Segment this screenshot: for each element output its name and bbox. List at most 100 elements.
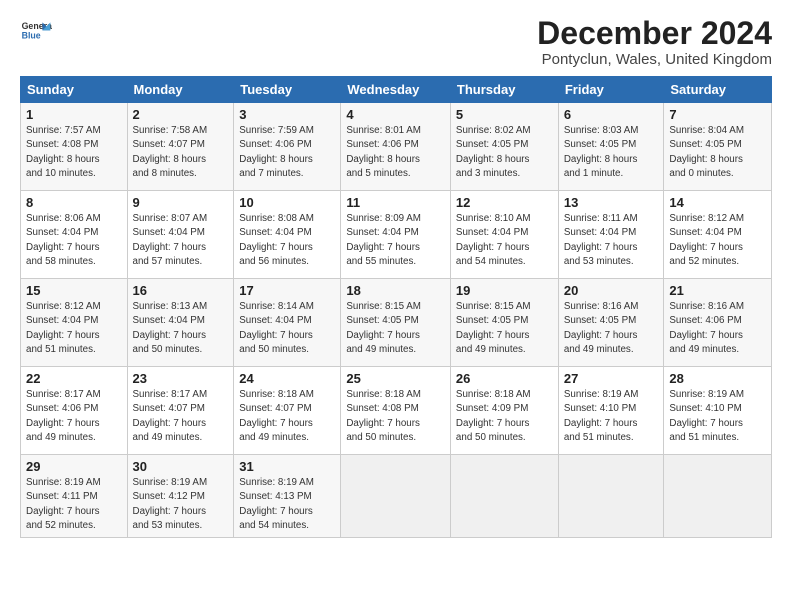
calendar-cell: 23 Sunrise: 8:17 AM Sunset: 4:07 PM Dayli… — [127, 367, 234, 455]
day-number: 5 — [456, 107, 553, 122]
calendar-cell: 19 Sunrise: 8:15 AM Sunset: 4:05 PM Dayli… — [450, 279, 558, 367]
calendar-cell: 9 Sunrise: 8:07 AM Sunset: 4:04 PM Daylig… — [127, 191, 234, 279]
day-number: 21 — [669, 283, 766, 298]
day-info: Sunrise: 8:17 AM Sunset: 4:07 PM Dayligh… — [133, 388, 229, 445]
day-number: 18 — [346, 283, 445, 298]
calendar-cell: 11 Sunrise: 8:09 AM Sunset: 4:04 PM Dayli… — [341, 191, 451, 279]
calendar-header-saturday: Saturday — [664, 77, 772, 103]
day-info: Sunrise: 8:02 AM Sunset: 4:05 PM Dayligh… — [456, 124, 553, 181]
day-number: 26 — [456, 371, 553, 386]
day-info: Sunrise: 8:09 AM Sunset: 4:04 PM Dayligh… — [346, 212, 445, 269]
calendar-cell: 26 Sunrise: 8:18 AM Sunset: 4:09 PM Dayli… — [450, 367, 558, 455]
day-info: Sunrise: 8:18 AM Sunset: 4:07 PM Dayligh… — [239, 388, 335, 445]
calendar-header-friday: Friday — [558, 77, 664, 103]
day-info: Sunrise: 8:19 AM Sunset: 4:12 PM Dayligh… — [133, 476, 229, 533]
day-info: Sunrise: 8:12 AM Sunset: 4:04 PM Dayligh… — [26, 300, 122, 357]
calendar-header-wednesday: Wednesday — [341, 77, 451, 103]
day-number: 24 — [239, 371, 335, 386]
day-info: Sunrise: 8:19 AM Sunset: 4:11 PM Dayligh… — [26, 476, 122, 533]
day-number: 15 — [26, 283, 122, 298]
calendar-cell: 30 Sunrise: 8:19 AM Sunset: 4:12 PM Dayli… — [127, 455, 234, 538]
day-number: 12 — [456, 195, 553, 210]
day-number: 19 — [456, 283, 553, 298]
day-info: Sunrise: 8:18 AM Sunset: 4:08 PM Dayligh… — [346, 388, 445, 445]
day-info: Sunrise: 8:11 AM Sunset: 4:04 PM Dayligh… — [564, 212, 659, 269]
day-number: 9 — [133, 195, 229, 210]
day-info: Sunrise: 8:15 AM Sunset: 4:05 PM Dayligh… — [346, 300, 445, 357]
day-info: Sunrise: 8:19 AM Sunset: 4:10 PM Dayligh… — [564, 388, 659, 445]
day-number: 27 — [564, 371, 659, 386]
calendar-header-tuesday: Tuesday — [234, 77, 341, 103]
calendar-cell: 5 Sunrise: 8:02 AM Sunset: 4:05 PM Daylig… — [450, 103, 558, 191]
day-number: 8 — [26, 195, 122, 210]
day-info: Sunrise: 8:18 AM Sunset: 4:09 PM Dayligh… — [456, 388, 553, 445]
page: General Blue December 2024 Pontyclun, Wa… — [0, 0, 792, 612]
calendar-cell: 18 Sunrise: 8:15 AM Sunset: 4:05 PM Dayli… — [341, 279, 451, 367]
day-info: Sunrise: 8:06 AM Sunset: 4:04 PM Dayligh… — [26, 212, 122, 269]
calendar-cell — [341, 455, 451, 538]
day-number: 1 — [26, 107, 122, 122]
calendar-week-row: 15 Sunrise: 8:12 AM Sunset: 4:04 PM Dayli… — [21, 279, 772, 367]
calendar-week-row: 8 Sunrise: 8:06 AM Sunset: 4:04 PM Daylig… — [21, 191, 772, 279]
calendar-cell: 10 Sunrise: 8:08 AM Sunset: 4:04 PM Dayli… — [234, 191, 341, 279]
calendar-cell: 31Sunrise: 8:19 AM Sunset: 4:13 PM Dayli… — [234, 455, 341, 538]
title-block: December 2024 Pontyclun, Wales, United K… — [537, 16, 772, 68]
day-info: Sunrise: 8:07 AM Sunset: 4:04 PM Dayligh… — [133, 212, 229, 269]
calendar-cell: 27 Sunrise: 8:19 AM Sunset: 4:10 PM Dayli… — [558, 367, 664, 455]
calendar-cell: 7Sunrise: 8:04 AM Sunset: 4:05 PM Daylig… — [664, 103, 772, 191]
calendar-cell: 17 Sunrise: 8:14 AM Sunset: 4:04 PM Dayli… — [234, 279, 341, 367]
calendar-cell: 16Sunrise: 8:13 AM Sunset: 4:04 PM Dayli… — [127, 279, 234, 367]
day-number: 2 — [133, 107, 229, 122]
day-number: 20 — [564, 283, 659, 298]
calendar-cell — [664, 455, 772, 538]
day-info: Sunrise: 8:16 AM Sunset: 4:06 PM Dayligh… — [669, 300, 766, 357]
calendar-header-row: SundayMondayTuesdayWednesdayThursdayFrid… — [21, 77, 772, 103]
day-info: Sunrise: 8:14 AM Sunset: 4:04 PM Dayligh… — [239, 300, 335, 357]
calendar-cell: 14Sunrise: 8:12 AM Sunset: 4:04 PM Dayli… — [664, 191, 772, 279]
day-info: Sunrise: 8:19 AM Sunset: 4:10 PM Dayligh… — [669, 388, 766, 445]
month-title: December 2024 — [537, 16, 772, 51]
day-info: Sunrise: 8:16 AM Sunset: 4:05 PM Dayligh… — [564, 300, 659, 357]
calendar-header-monday: Monday — [127, 77, 234, 103]
calendar-cell: 29 Sunrise: 8:19 AM Sunset: 4:11 PM Dayli… — [21, 455, 128, 538]
calendar-week-row: 22Sunrise: 8:17 AM Sunset: 4:06 PM Dayli… — [21, 367, 772, 455]
day-number: 30 — [133, 459, 229, 474]
day-number: 17 — [239, 283, 335, 298]
day-number: 10 — [239, 195, 335, 210]
logo: General Blue — [20, 16, 52, 48]
day-info: Sunrise: 8:08 AM Sunset: 4:04 PM Dayligh… — [239, 212, 335, 269]
calendar-cell: 25 Sunrise: 8:18 AM Sunset: 4:08 PM Dayli… — [341, 367, 451, 455]
calendar-cell: 28Sunrise: 8:19 AM Sunset: 4:10 PM Dayli… — [664, 367, 772, 455]
day-info: Sunrise: 8:03 AM Sunset: 4:05 PM Dayligh… — [564, 124, 659, 181]
day-info: Sunrise: 8:17 AM Sunset: 4:06 PM Dayligh… — [26, 388, 122, 445]
calendar-cell: 4 Sunrise: 8:01 AM Sunset: 4:06 PM Daylig… — [341, 103, 451, 191]
day-number: 4 — [346, 107, 445, 122]
day-info: Sunrise: 7:59 AM Sunset: 4:06 PM Dayligh… — [239, 124, 335, 181]
day-number: 25 — [346, 371, 445, 386]
calendar-cell: 3Sunrise: 7:59 AM Sunset: 4:06 PM Daylig… — [234, 103, 341, 191]
day-info: Sunrise: 7:57 AM Sunset: 4:08 PM Dayligh… — [26, 124, 122, 181]
day-number: 31 — [239, 459, 335, 474]
calendar-header-thursday: Thursday — [450, 77, 558, 103]
calendar-cell: 20 Sunrise: 8:16 AM Sunset: 4:05 PM Dayli… — [558, 279, 664, 367]
day-info: Sunrise: 8:10 AM Sunset: 4:04 PM Dayligh… — [456, 212, 553, 269]
day-number: 13 — [564, 195, 659, 210]
day-number: 23 — [133, 371, 229, 386]
day-number: 7 — [669, 107, 766, 122]
day-info: Sunrise: 8:15 AM Sunset: 4:05 PM Dayligh… — [456, 300, 553, 357]
calendar-cell: 6Sunrise: 8:03 AM Sunset: 4:05 PM Daylig… — [558, 103, 664, 191]
calendar-cell: 12 Sunrise: 8:10 AM Sunset: 4:04 PM Dayli… — [450, 191, 558, 279]
calendar-cell: 15 Sunrise: 8:12 AM Sunset: 4:04 PM Dayli… — [21, 279, 128, 367]
day-info: Sunrise: 8:01 AM Sunset: 4:06 PM Dayligh… — [346, 124, 445, 181]
day-info: Sunrise: 8:13 AM Sunset: 4:04 PM Dayligh… — [133, 300, 229, 357]
calendar-cell: 21 Sunrise: 8:16 AM Sunset: 4:06 PM Dayli… — [664, 279, 772, 367]
calendar-cell: 13 Sunrise: 8:11 AM Sunset: 4:04 PM Dayli… — [558, 191, 664, 279]
calendar-cell — [558, 455, 664, 538]
day-number: 14 — [669, 195, 766, 210]
svg-text:Blue: Blue — [22, 30, 41, 40]
day-number: 29 — [26, 459, 122, 474]
header: General Blue December 2024 Pontyclun, Wa… — [20, 16, 772, 68]
day-info: Sunrise: 7:58 AM Sunset: 4:07 PM Dayligh… — [133, 124, 229, 181]
calendar-cell: 22Sunrise: 8:17 AM Sunset: 4:06 PM Dayli… — [21, 367, 128, 455]
day-number: 11 — [346, 195, 445, 210]
